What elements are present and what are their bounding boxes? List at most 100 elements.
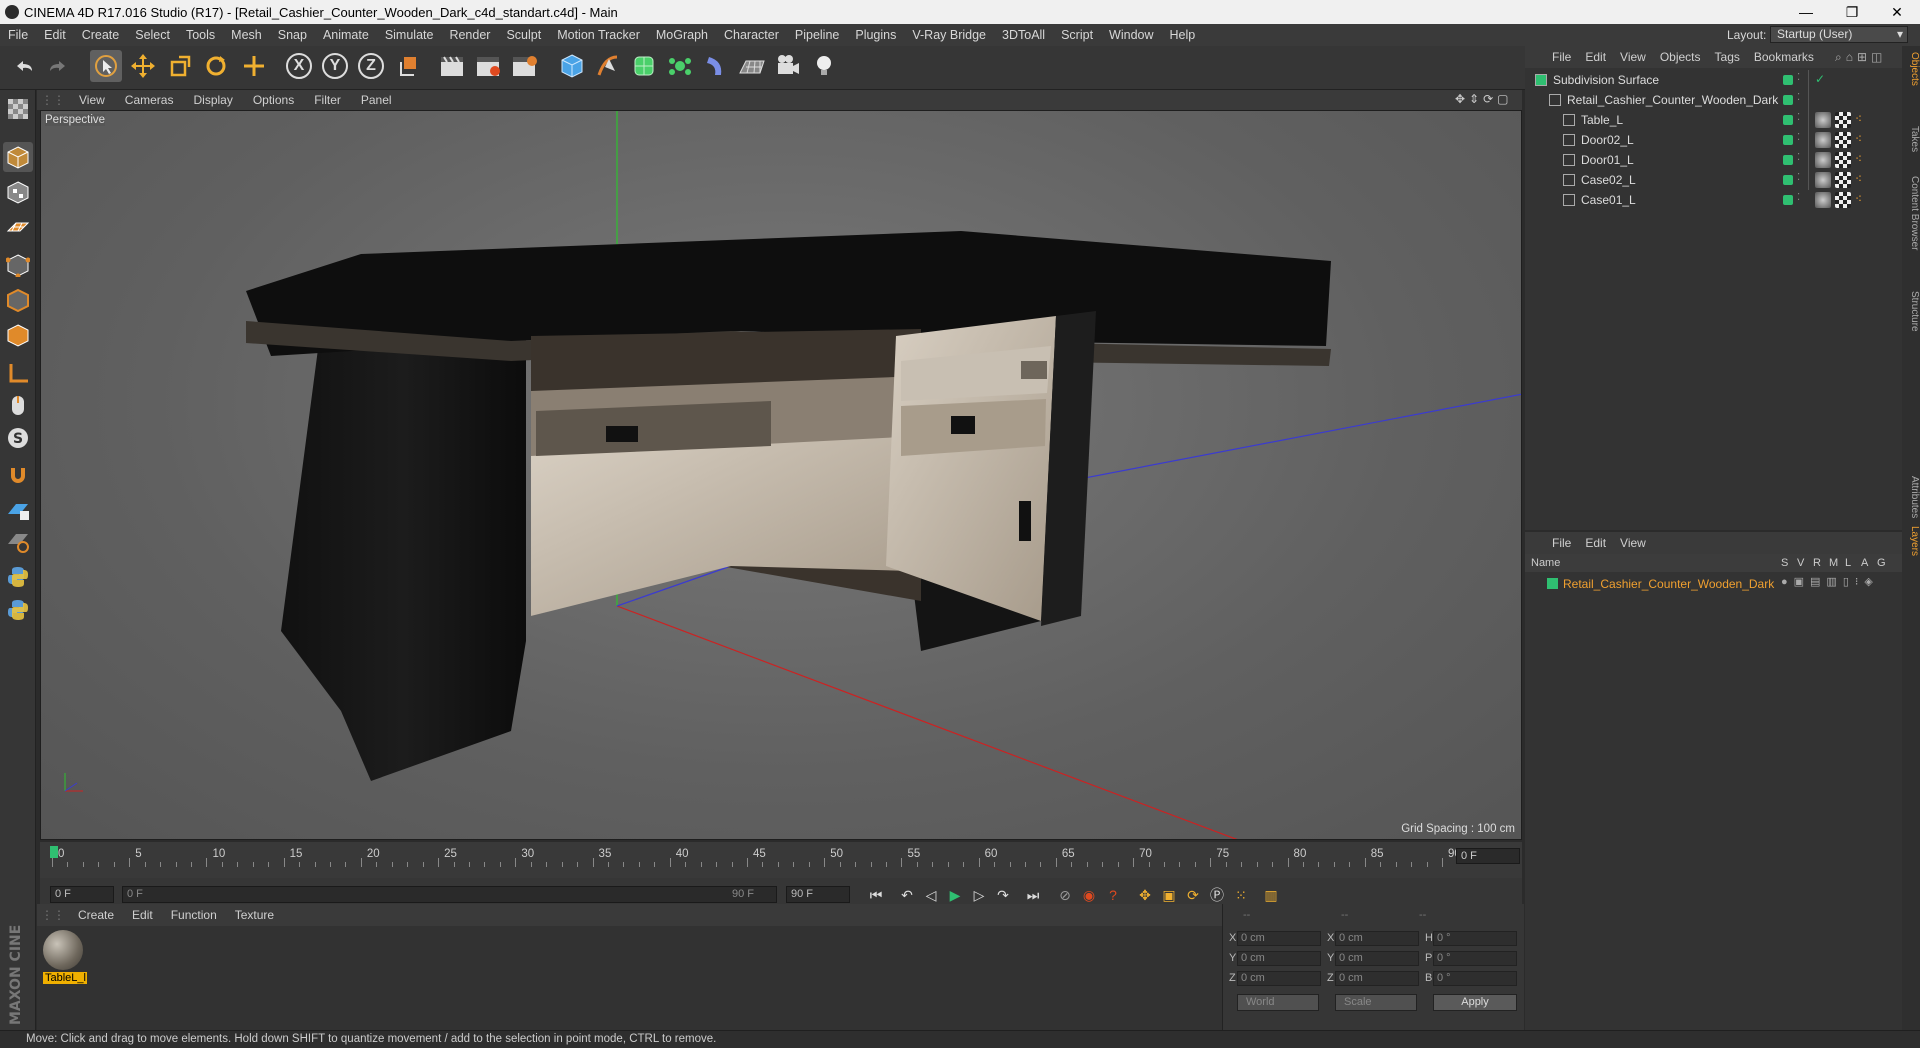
record-keys-button[interactable]: ⊘ [1054, 884, 1076, 906]
right-tab-content-browser[interactable]: Content Browser [1902, 176, 1920, 250]
menu-render[interactable]: Render [441, 28, 498, 42]
uvw-tag-icon[interactable] [1835, 172, 1851, 188]
floor-button[interactable] [736, 50, 768, 82]
python-script-button[interactable] [3, 562, 33, 592]
y-axis-button[interactable]: Y [319, 50, 351, 82]
scale-tool[interactable] [164, 50, 196, 82]
menu-character[interactable]: Character [716, 28, 787, 42]
timeline[interactable]: 0 5 10 15 20 25 30 35 40 45 50 55 60 65 70 75 80 85 90 0 F [40, 842, 1522, 878]
right-tab-structure[interactable]: Structure [1902, 291, 1920, 332]
edges-mode-button[interactable] [3, 285, 33, 315]
key-parameter-button[interactable]: Ⓟ [1206, 884, 1228, 906]
array-button[interactable] [664, 50, 696, 82]
apply-button[interactable]: Apply [1433, 994, 1517, 1011]
play-button[interactable]: ▶ [944, 884, 966, 906]
snap-button[interactable] [3, 460, 33, 490]
menu-v-ray-bridge[interactable]: V-Ray Bridge [904, 28, 994, 42]
maximize-button[interactable]: ❐ [1829, 0, 1875, 24]
render-view-button[interactable] [436, 50, 468, 82]
material-tag-icon[interactable] [1815, 132, 1831, 148]
object-row[interactable]: Door01_L ⁚ ⁖ [1525, 150, 1902, 170]
menu-window[interactable]: Window [1101, 28, 1161, 42]
next-frame-button[interactable]: ▷ [968, 884, 990, 906]
coord-value-field[interactable]: 0 ° [1433, 951, 1517, 966]
material-menu-edit[interactable]: Edit [123, 908, 162, 922]
spline-pen-button[interactable] [592, 50, 624, 82]
object-menu-tags[interactable]: Tags [1708, 50, 1747, 64]
layer-column-name[interactable]: Name [1531, 557, 1560, 569]
object-menu-bookmarks[interactable]: Bookmarks [1747, 50, 1821, 64]
object-row[interactable]: Retail_Cashier_Counter_Wooden_Dark ⁚ [1525, 90, 1902, 110]
material-menu-create[interactable]: Create [69, 908, 123, 922]
menu-animate[interactable]: Animate [315, 28, 377, 42]
object-menu-edit[interactable]: Edit [1578, 50, 1613, 64]
menu-mograph[interactable]: MoGraph [648, 28, 716, 42]
layer-column-r[interactable]: R [1813, 557, 1821, 569]
minimize-button[interactable]: — [1783, 0, 1829, 24]
tweak-mode-button[interactable] [3, 390, 33, 420]
layer-color-icon[interactable] [1783, 195, 1793, 205]
visibility-dots-icon[interactable]: ⁚ [1797, 172, 1800, 183]
phong-tag-icon[interactable]: ⁖ [1855, 172, 1862, 186]
object-row[interactable]: Door02_L ⁚ ⁖ [1525, 130, 1902, 150]
camera-button[interactable] [772, 50, 804, 82]
coord-value-field[interactable]: 0 cm [1335, 951, 1419, 966]
layer-column-s[interactable]: S [1781, 557, 1788, 569]
visibility-dots-icon[interactable]: ⁚ [1797, 72, 1800, 83]
timeline-playhead[interactable] [50, 846, 58, 858]
move-tool[interactable] [127, 50, 159, 82]
object-row[interactable]: Case01_L ⁚ ⁖ [1525, 190, 1902, 210]
menu-pipeline[interactable]: Pipeline [787, 28, 847, 42]
menu-create[interactable]: Create [74, 28, 128, 42]
coord-value-field[interactable]: 0 ° [1433, 931, 1517, 946]
object-row[interactable]: Subdivision Surface ⁚ ✓ [1525, 70, 1902, 90]
timeline-window-button[interactable]: ▥ [1260, 884, 1282, 906]
coord-value-field[interactable]: 0 cm [1237, 971, 1321, 986]
key-position-button[interactable]: ✥ [1134, 884, 1156, 906]
visibility-dots-icon[interactable]: ⁚ [1797, 192, 1800, 203]
visibility-dots-icon[interactable]: ⁚ [1797, 92, 1800, 103]
material-tag-icon[interactable] [1815, 112, 1831, 128]
object-row[interactable]: Case02_L ⁚ ⁖ [1525, 170, 1902, 190]
coord-scale-select[interactable]: Scale [1335, 994, 1417, 1011]
menu-simulate[interactable]: Simulate [377, 28, 442, 42]
x-axis-button[interactable]: X [283, 50, 315, 82]
object-row[interactable]: Table_L ⁚ ⁖ [1525, 110, 1902, 130]
layer-toggle-icons[interactable]: ●▣▤▥▯⁝◈ [1781, 575, 1879, 588]
render-picture-viewer-button[interactable] [472, 50, 504, 82]
viewport-nav-icons[interactable]: ✥⇕⟳▢ [1455, 92, 1519, 108]
viewport-menu-view[interactable]: View [69, 93, 115, 107]
key-rotation-button[interactable]: ⟳ [1182, 884, 1204, 906]
phong-tag-icon[interactable]: ⁖ [1855, 112, 1862, 126]
visibility-dots-icon[interactable]: ⁚ [1797, 132, 1800, 143]
lock-workplane-button[interactable] [3, 495, 33, 525]
visibility-dots-icon[interactable]: ⁚ [1797, 112, 1800, 123]
coord-value-field[interactable]: 0 cm [1335, 971, 1419, 986]
next-key-button[interactable]: ↷ [992, 884, 1014, 906]
go-to-start-button[interactable]: ⏮ [865, 884, 887, 906]
viewport-menu-panel[interactable]: Panel [351, 93, 402, 107]
uvw-tag-icon[interactable] [1835, 192, 1851, 208]
layer-color-icon[interactable] [1783, 95, 1793, 105]
previous-frame-button[interactable]: ◁ [920, 884, 942, 906]
uvw-tag-icon[interactable] [1835, 152, 1851, 168]
planar-workplane-button[interactable] [3, 527, 33, 557]
uvw-tag-icon[interactable] [1835, 112, 1851, 128]
timeline-end-frame[interactable]: 0 F [1456, 848, 1520, 864]
object-menu-view[interactable]: View [1613, 50, 1653, 64]
cube-object-button[interactable] [556, 50, 588, 82]
coord-value-field[interactable]: 0 cm [1237, 951, 1321, 966]
keyframe-selection-button[interactable]: ? [1102, 884, 1124, 906]
menu-3dtoall[interactable]: 3DToAll [994, 28, 1053, 42]
layer-color-icon[interactable] [1783, 135, 1793, 145]
coord-system-select[interactable]: World [1237, 994, 1319, 1011]
layer-row[interactable]: Retail_Cashier_Counter_Wooden_Dark ●▣▤▥▯⁝… [1525, 574, 1902, 594]
material-tag-icon[interactable] [1815, 172, 1831, 188]
previous-key-button[interactable]: ↶ [896, 884, 918, 906]
layer-color-icon[interactable] [1783, 115, 1793, 125]
rotate-tool[interactable] [200, 50, 232, 82]
live-selection-tool[interactable] [90, 50, 122, 82]
layer-column-m[interactable]: M [1829, 557, 1838, 569]
coordinate-system-button[interactable] [393, 50, 425, 82]
right-tab-takes[interactable]: Takes [1902, 126, 1920, 152]
